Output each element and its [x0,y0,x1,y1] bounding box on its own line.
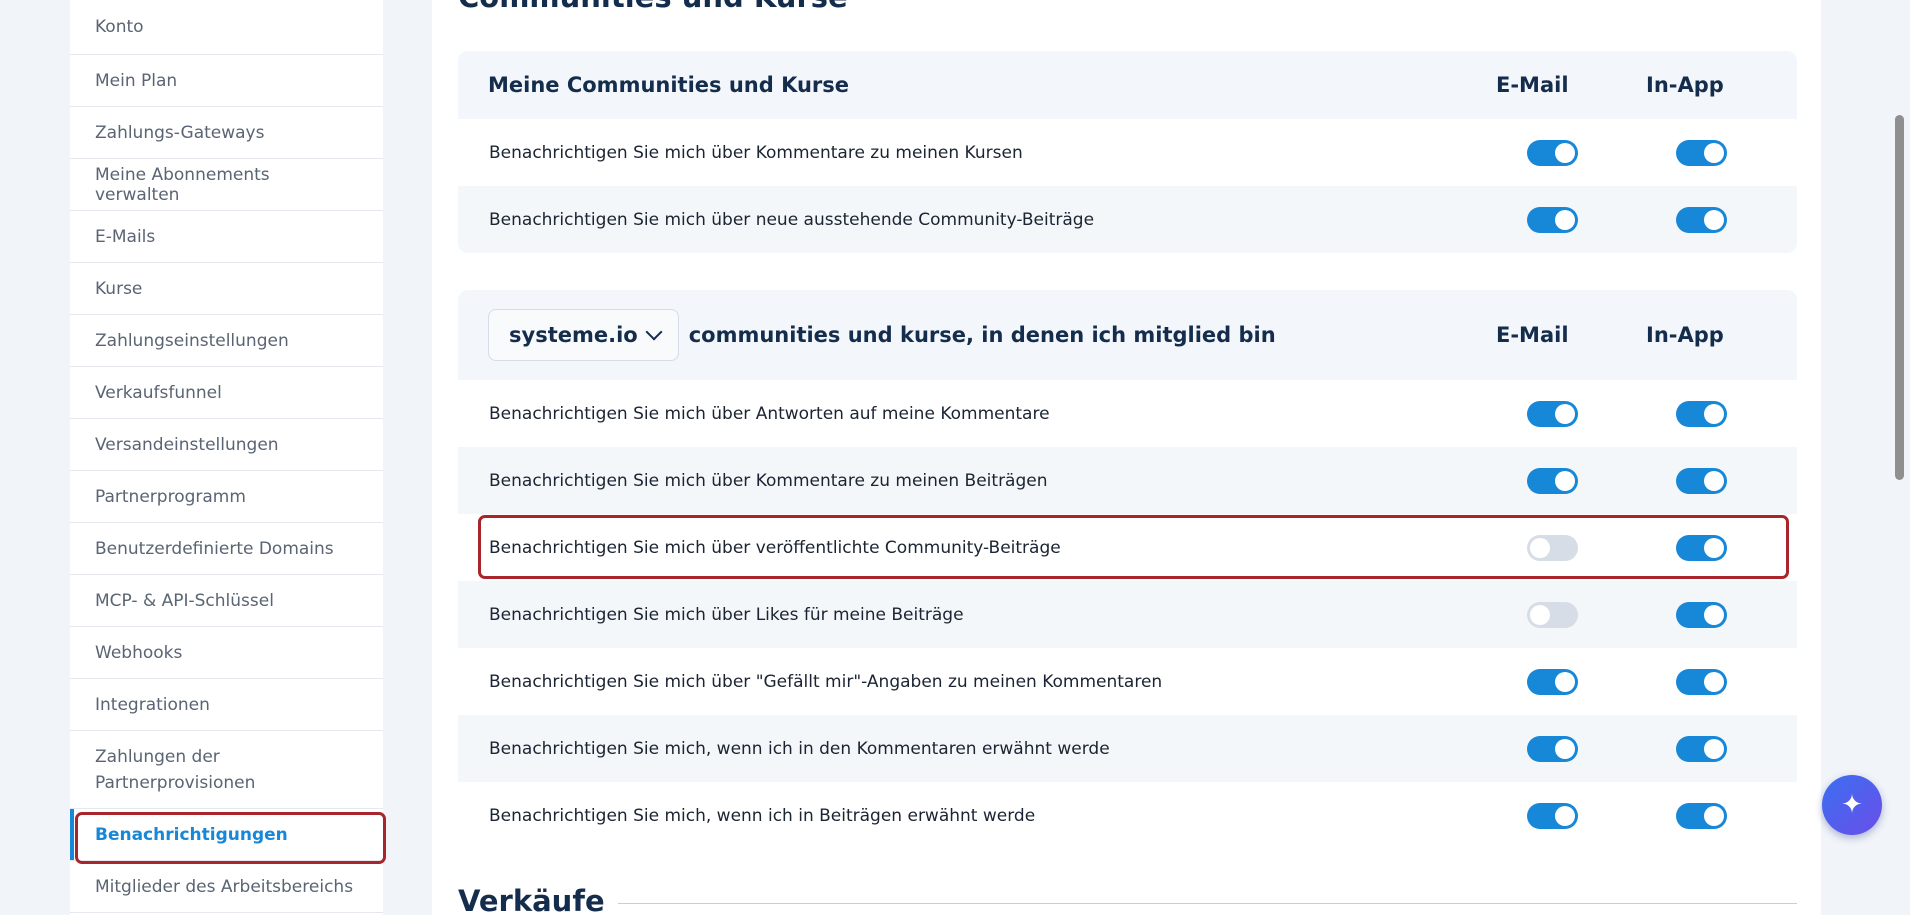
ai-assistant-button[interactable]: ✦ [1822,775,1882,835]
sidebar-item-label: Versandeinstellungen [95,434,279,455]
column-inapp-label: In-App [1646,323,1724,347]
notifications-panel: Communities und Kurse Meine Communities … [432,0,1821,915]
sidebar-item-mein-plan[interactable]: Mein Plan [70,55,383,107]
notification-row: Benachrichtigen Sie mich über Antworten … [458,380,1797,447]
sidebar-item-label: Integrationen [95,694,210,715]
sidebar-item-label: Meine Abonnements verwalten [95,164,270,205]
notification-row: Benachrichtigen Sie mich über "Gefällt m… [458,648,1797,715]
email-toggle[interactable] [1527,601,1578,628]
section-title-sales: Verkäufe [458,884,605,915]
notification-label: Benachrichtigen Sie mich über Kommentare… [489,142,1023,163]
inapp-toggle[interactable] [1676,601,1727,628]
inapp-toggle[interactable] [1676,802,1727,829]
sidebar-item-label: Partnerprogramm [95,486,246,507]
sparkles-icon: ✦ [1841,790,1863,820]
sidebar-item-label: MCP- & API-Schlüssel [95,590,274,611]
email-toggle[interactable] [1527,534,1578,561]
group-member-communities: systeme.io communities und kurse, in den… [458,290,1797,849]
sidebar-item-partnerprogramm[interactable]: Partnerprogramm [70,471,383,523]
sidebar-item-label: Verkaufsfunnel [95,382,222,403]
sidebar-item-label: Zahlungseinstellungen [95,330,289,351]
sidebar-item-label: Zahlungen der Partnerprovisionen [95,746,256,793]
chevron-down-icon [645,323,663,341]
sidebar-item-kurse[interactable]: Kurse [70,263,383,315]
notification-label: Benachrichtigen Sie mich, wenn ich in de… [489,738,1110,759]
sidebar-item-e-mails[interactable]: E-Mails [70,211,383,263]
notification-row: Benachrichtigen Sie mich über Kommentare… [458,447,1797,514]
sidebar-item-mitglieder[interactable]: Mitglieder des Arbeitsbereichs [70,861,383,913]
sidebar-item-label: Webhooks [95,642,183,663]
section-title: Communities und Kurse [458,0,848,14]
section-divider [618,903,1797,904]
sidebar-item-label: Konto [95,17,144,37]
notification-label: Benachrichtigen Sie mich über "Gefällt m… [489,671,1163,692]
notification-label: Benachrichtigen Sie mich über neue ausst… [489,209,1095,230]
notification-label: Benachrichtigen Sie mich über Kommentare… [489,470,1048,491]
inapp-toggle[interactable] [1676,139,1727,166]
sidebar-item-label: Zahlungs-Gateways [95,122,265,143]
sidebar-item-benachrichtigungen[interactable]: Benachrichtigungen [70,809,383,861]
sidebar-item-api-keys[interactable]: MCP- & API-Schlüssel [70,575,383,627]
email-toggle[interactable] [1527,802,1578,829]
column-inapp-label: In-App [1646,73,1724,97]
sidebar-item-konto[interactable]: Konto [70,0,383,55]
inapp-toggle[interactable] [1676,206,1727,233]
sidebar-item-partnerprovisionen[interactable]: Zahlungen der Partnerprovisionen [70,731,383,809]
settings-sidebar: Konto Mein Plan Zahlungs-Gateways Meine … [70,0,383,915]
sidebar-item-label: Mitglieder des Arbeitsbereichs [95,876,354,897]
sidebar-item-zahlungseinstellungen[interactable]: Zahlungseinstellungen [70,315,383,367]
email-toggle[interactable] [1527,467,1578,494]
sidebar-item-integrationen[interactable]: Integrationen [70,679,383,731]
group-my-communities: Meine Communities und Kurse E-Mail In-Ap… [458,51,1797,253]
dropdown-value: systeme.io [509,323,638,347]
inapp-toggle[interactable] [1676,534,1727,561]
sidebar-item-label: Benachrichtigungen [95,824,288,845]
group-title: Meine Communities und Kurse [488,73,850,97]
sidebar-item-label: Benutzerdefinierte Domains [95,538,334,559]
notification-label: Benachrichtigen Sie mich über Likes für … [489,604,964,625]
email-toggle[interactable] [1527,668,1578,695]
notification-label: Benachrichtigen Sie mich, wenn ich in Be… [489,805,1036,826]
email-toggle[interactable] [1527,139,1578,166]
notification-row: Benachrichtigen Sie mich über Kommentare… [458,119,1797,186]
notification-label: Benachrichtigen Sie mich über veröffentl… [489,537,1061,558]
email-toggle[interactable] [1527,206,1578,233]
inapp-toggle[interactable] [1676,467,1727,494]
group-title: communities und kurse, in denen ich mitg… [688,323,1276,347]
notification-row: Benachrichtigen Sie mich über veröffentl… [458,514,1797,581]
column-email-label: E-Mail [1496,73,1569,97]
sidebar-item-label: E-Mails [95,226,156,247]
email-toggle[interactable] [1527,400,1578,427]
group-header: Meine Communities und Kurse E-Mail In-Ap… [458,51,1797,119]
notification-row: Benachrichtigen Sie mich über neue ausst… [458,186,1797,253]
inapp-toggle[interactable] [1676,735,1727,762]
sidebar-item-zahlungs-gateways[interactable]: Zahlungs-Gateways [70,107,383,159]
sidebar-item-label: Kurse [95,278,143,299]
sidebar-item-verkaufsfunnel[interactable]: Verkaufsfunnel [70,367,383,419]
notification-label: Benachrichtigen Sie mich über Antworten … [489,403,1050,424]
notification-row: Benachrichtigen Sie mich über Likes für … [458,581,1797,648]
inapp-toggle[interactable] [1676,400,1727,427]
page-scrollbar[interactable] [1895,115,1904,480]
sidebar-item-domains[interactable]: Benutzerdefinierte Domains [70,523,383,575]
workspace-dropdown[interactable]: systeme.io [488,309,679,361]
column-email-label: E-Mail [1496,323,1569,347]
email-toggle[interactable] [1527,735,1578,762]
notification-row: Benachrichtigen Sie mich, wenn ich in Be… [458,782,1797,849]
group-header: systeme.io communities und kurse, in den… [458,290,1797,380]
sidebar-item-webhooks[interactable]: Webhooks [70,627,383,679]
sidebar-item-abonnements[interactable]: Meine Abonnements verwalten [70,159,383,211]
inapp-toggle[interactable] [1676,668,1727,695]
sidebar-item-label: Mein Plan [95,70,178,91]
sidebar-item-versandeinstellungen[interactable]: Versandeinstellungen [70,419,383,471]
notification-row: Benachrichtigen Sie mich, wenn ich in de… [458,715,1797,782]
